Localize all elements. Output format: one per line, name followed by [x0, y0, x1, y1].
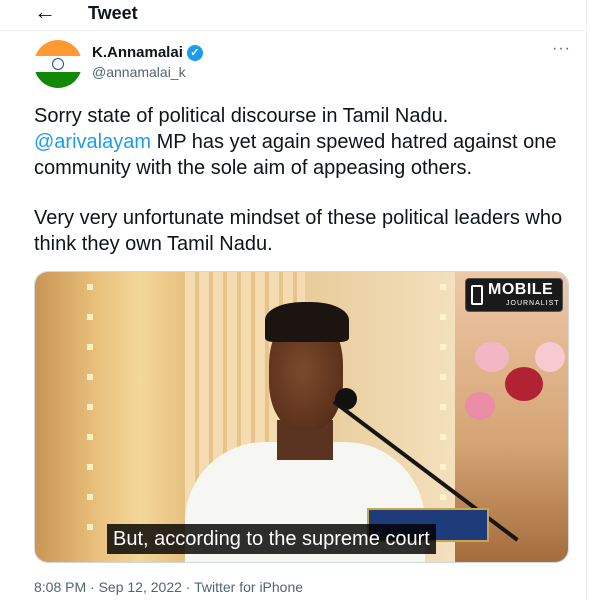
logo-main-text: MOBILE — [488, 281, 554, 298]
tweet-date[interactable]: Sep 12, 2022 — [99, 579, 182, 595]
tweet-video[interactable]: MOBILE JOURNALIST But, according to the … — [34, 271, 569, 563]
tweet-time[interactable]: 8:08 PM — [34, 579, 86, 595]
tweet-paragraph-1: Sorry state of political discourse in Ta… — [34, 103, 574, 181]
speaker-hair — [265, 302, 349, 342]
verified-badge-icon: ✓ — [186, 45, 203, 61]
header-divider — [0, 30, 586, 31]
channel-logo: MOBILE JOURNALIST — [465, 278, 563, 312]
avatar[interactable] — [34, 40, 82, 88]
more-options-icon[interactable]: ··· — [552, 40, 571, 58]
backdrop-left — [35, 272, 185, 562]
tweet-meta: 8:08 PM · Sep 12, 2022 · Twitter for iPh… — [34, 578, 303, 596]
author-handle[interactable]: @annamalai_k — [92, 63, 186, 81]
flower — [505, 367, 543, 401]
tweet-text: Sorry state of political discourse in Ta… — [34, 103, 574, 257]
flower — [475, 342, 509, 372]
logo-sub-text: JOURNALIST — [506, 300, 560, 307]
video-caption: But, according to the supreme court — [107, 524, 436, 554]
arrow-left-icon[interactable]: ← — [34, 0, 56, 25]
author-name[interactable]: K.Annamalai — [92, 44, 183, 62]
string-lights — [87, 284, 93, 554]
mention-link[interactable]: @arivalayam — [34, 131, 151, 153]
meta-separator: · — [181, 579, 195, 595]
chakra-icon — [52, 58, 64, 70]
microphone-icon — [335, 388, 357, 410]
tweet-source[interactable]: Twitter for iPhone — [194, 579, 303, 595]
meta-separator: · — [86, 579, 99, 595]
flower — [535, 342, 565, 372]
flag-saffron-band — [34, 40, 82, 56]
tweet-page: ← Tweet K.Annamalai ✓ @annamalai_k ··· S… — [0, 0, 587, 600]
tweet-paragraph-2: Very very unfortunate mindset of these p… — [34, 207, 563, 255]
tweet-line-1: Sorry state of political discourse in Ta… — [34, 105, 449, 127]
flower — [465, 392, 495, 420]
phone-icon — [471, 285, 483, 305]
author-name-row: K.Annamalai ✓ — [92, 44, 203, 62]
flag-green-band — [34, 72, 82, 88]
page-header: ← Tweet — [0, 0, 586, 26]
page-title: Tweet — [88, 3, 138, 23]
